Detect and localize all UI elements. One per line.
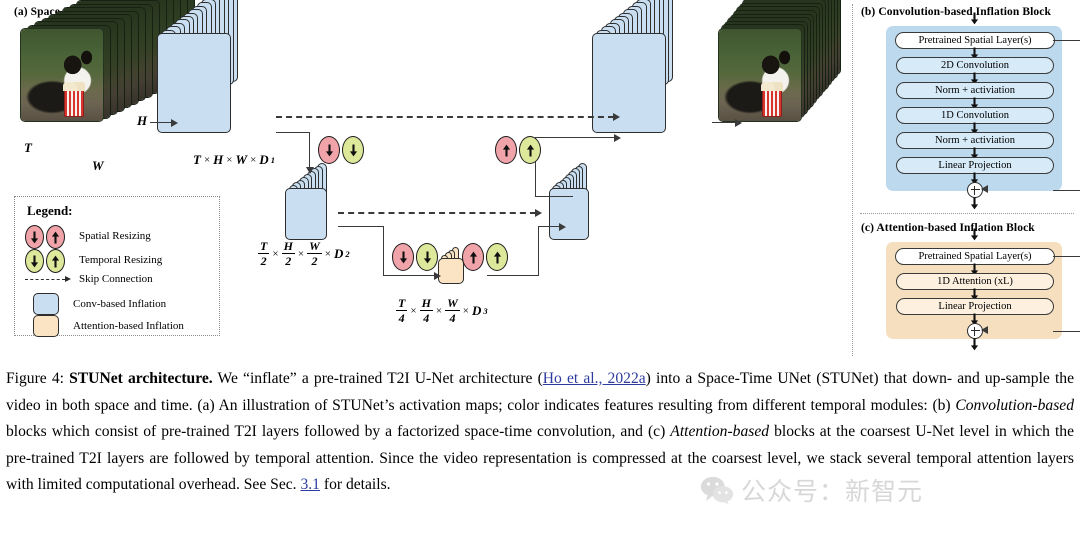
wire-enc2-out [338, 226, 384, 228]
axis-label-W: W [92, 158, 104, 173]
legend-color-swatch [33, 315, 59, 337]
panel-b-title: (b) Convolution-based Inflation Block [861, 6, 1051, 18]
wire-dec1-to-output [712, 122, 736, 124]
legend-item-0: Spatial Resizing [25, 225, 151, 249]
panel-c-title: (c) Attention-based Inflation Block [861, 222, 1035, 234]
legend-badge-down [25, 225, 44, 249]
wire-to-bottleneck-head [434, 271, 441, 280]
video-frame [20, 28, 104, 122]
attn-residual-wire [1053, 256, 1080, 332]
caption-prefix: Figure 4: [6, 370, 70, 387]
legend-box: Legend: Spatial Resizing Temporal Resizin… [14, 196, 220, 337]
legend-badge-up [46, 225, 65, 249]
skip-level2-head [535, 208, 542, 217]
conv-feature-slice [157, 33, 231, 133]
figure-root: (a) Space-Time UNet (STUNet) (b) Convolu… [0, 0, 1080, 534]
badge-temporal-up-level1 [519, 136, 541, 164]
legend-item-label: Skip Connection [79, 273, 153, 285]
caption-part1: We “inflate” a pre-trained T2I U-Net arc… [212, 370, 543, 387]
attention-feature-slice [438, 258, 464, 284]
badge-spatial-up-level2 [462, 243, 484, 271]
attn-residual-arrow [981, 326, 988, 335]
wire-enc2-down [383, 226, 385, 276]
legend-badge-up [46, 249, 65, 273]
legend-badge-pair [25, 249, 71, 273]
dim-label-level3: T4 × H4 × W4 × D 3 [396, 296, 488, 326]
wire-to-dec2-head [559, 222, 566, 231]
conv-feature-slice [285, 188, 327, 240]
legend-item-label: Conv-based Inflation [73, 298, 167, 310]
panda-frame-image [21, 29, 103, 121]
wire-input-to-enc1-head [171, 118, 178, 127]
section-link[interactable]: 3.1 [300, 476, 320, 493]
legend-badge-down [25, 249, 44, 273]
caption-part5: for details. [319, 476, 391, 494]
conv-residual-arrow [981, 185, 988, 194]
legend-dashed-arrow [25, 276, 71, 282]
badge-temporal-up-level2 [486, 243, 508, 271]
conv-feature-slice [592, 33, 666, 133]
decoder-level1-conv-stack [592, 0, 712, 158]
encoder-level1-conv-stack [157, 0, 277, 158]
caption-italic1: Convolution-based [955, 396, 1074, 414]
caption-part3: blocks which consist of pre-trained T2I … [6, 423, 671, 441]
legend-item-2: Skip Connection [25, 273, 153, 285]
legend-title: Legend: [27, 203, 73, 218]
legend-item-label: Spatial Resizing [79, 230, 151, 242]
legend-item-3: Conv-based Inflation [25, 293, 166, 315]
axis-label-H: H [137, 113, 148, 128]
skip-level2 [338, 212, 536, 214]
badge-spatial-down-level1 [318, 136, 340, 164]
dim-label-level1: T × H × W × D 1 [193, 152, 275, 167]
caption-bold-title: STUNet architecture. [69, 370, 213, 387]
attn-output-arrow [970, 338, 979, 356]
legend-item-label: Temporal Resizing [79, 254, 163, 266]
badge-spatial-down-level2 [392, 243, 414, 271]
legend-item-1: Temporal Resizing [25, 249, 163, 273]
wire-enc1-out [276, 132, 310, 134]
wire-to-bottleneck [383, 275, 435, 277]
citation-link[interactable]: Ho et al., 2022a [543, 370, 646, 387]
conv-output-arrow [970, 197, 979, 215]
vertical-divider [852, 4, 853, 356]
wire-dec1-to-output-head [735, 118, 742, 127]
video-frame [718, 28, 802, 122]
conv-residual-wire [1053, 40, 1080, 191]
skip-level1 [276, 116, 614, 118]
wire-input-to-enc1 [150, 122, 172, 124]
badge-spatial-up-level1 [495, 136, 517, 164]
legend-color-swatch [33, 293, 59, 315]
wire-bottleneck-out [487, 275, 539, 277]
horizontal-divider [860, 213, 1074, 214]
panda-frame-image [719, 29, 801, 121]
caption-italic2: Attention-based [670, 423, 770, 441]
popcorn-bucket [761, 81, 783, 118]
badge-temporal-down-level2 [416, 243, 438, 271]
legend-badge-pair [25, 225, 71, 249]
badge-temporal-down-level1 [342, 136, 364, 164]
wire-enc1-down-head [305, 167, 314, 174]
legend-item-label: Attention-based Inflation [73, 320, 184, 332]
legend-item-4: Attention-based Inflation [25, 315, 184, 337]
wire-dec2-up-h-head [614, 133, 621, 142]
wire-dec2-up-h [535, 137, 615, 139]
output-video-stack [718, 0, 841, 168]
figure-caption: Figure 4: STUNet architecture. We “infla… [6, 366, 1074, 499]
attn-input-arrow [970, 228, 979, 246]
skip-level1-head [613, 112, 620, 121]
popcorn-bucket [63, 81, 85, 118]
conv-input-arrow [970, 12, 979, 30]
wire-dec2-up-base [535, 196, 573, 198]
dim-label-level2: T2 × H2 × W2 × D 2 [258, 239, 350, 269]
wire-enc1-down [309, 132, 311, 168]
wire-to-dec2 [538, 226, 560, 228]
axis-label-T: T [24, 140, 32, 155]
wire-bottleneck-up [538, 226, 540, 276]
